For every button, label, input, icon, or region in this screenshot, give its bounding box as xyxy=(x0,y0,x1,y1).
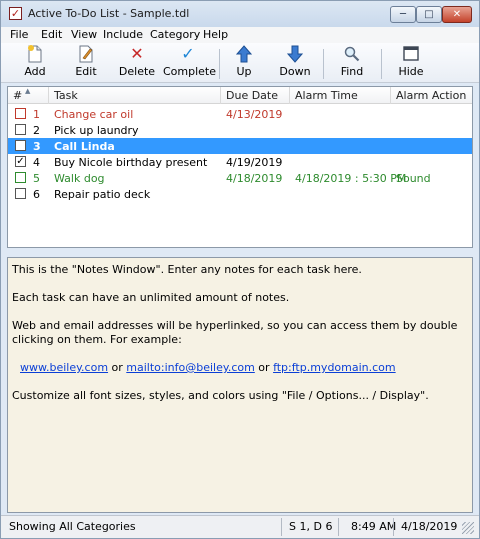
task-number: 1 xyxy=(33,108,40,121)
menu-edit[interactable]: Edit xyxy=(41,28,62,41)
task-row-3[interactable]: 3 Call Linda xyxy=(8,138,472,154)
notes-paragraph: Web and email addresses will be hyperlin… xyxy=(12,319,458,346)
task-number: 6 xyxy=(33,188,40,201)
status-divider xyxy=(281,518,282,536)
column-divider[interactable] xyxy=(289,87,290,104)
status-date: 4/18/2019 xyxy=(401,520,458,533)
task-list[interactable]: # ▲ Task Due Date Alarm Time Alarm Actio… xyxy=(7,86,473,248)
window-icon xyxy=(402,45,420,63)
list-header: # ▲ Task Due Date Alarm Time Alarm Actio… xyxy=(8,87,472,104)
menu-bar: File Edit View Include Category Help xyxy=(1,27,479,43)
move-up-button[interactable]: Up xyxy=(231,45,257,81)
status-position: S 1, D 6 xyxy=(289,520,333,533)
task-title: Walk dog xyxy=(54,172,105,185)
column-divider[interactable] xyxy=(220,87,221,104)
task-row-5[interactable]: 5 Walk dog 4/18/2019 4/18/2019 : 5:30 PM… xyxy=(8,170,472,186)
task-due-date: 4/18/2019 xyxy=(226,172,283,185)
task-checkbox[interactable] xyxy=(15,124,26,135)
magnifier-icon xyxy=(343,45,361,63)
email-link[interactable]: mailto:info@beiley.com xyxy=(126,361,255,374)
status-divider xyxy=(338,518,339,536)
toolbar-separator xyxy=(381,49,382,79)
task-title: Pick up laundry xyxy=(54,124,139,137)
resize-grip[interactable] xyxy=(462,522,474,534)
maximize-button[interactable]: □ xyxy=(416,6,442,23)
find-button[interactable]: Find xyxy=(338,45,366,81)
menu-include[interactable]: Include xyxy=(103,28,143,41)
notes-window[interactable]: This is the "Notes Window". Enter any no… xyxy=(7,257,473,513)
column-header-number[interactable]: # xyxy=(13,89,22,102)
status-bar: Showing All Categories S 1, D 6 8:49 AM … xyxy=(1,515,479,538)
task-row-1[interactable]: 1 Change car oil 4/13/2019 xyxy=(8,106,472,122)
task-due-date: 4/19/2019 xyxy=(226,156,283,169)
notes-paragraph: Each task can have an unlimited amount o… xyxy=(12,291,290,304)
task-alarm-action: Sound xyxy=(396,172,431,185)
task-checkbox[interactable] xyxy=(15,140,26,151)
complete-button[interactable]: ✓ Complete xyxy=(163,44,216,81)
task-row-4[interactable]: ✓ 4 Buy Nicole birthday present 4/19/201… xyxy=(8,154,472,170)
task-row-2[interactable]: 2 Pick up laundry xyxy=(8,122,472,138)
task-row-6[interactable]: 6 Repair patio deck xyxy=(8,186,472,202)
task-title: Call Linda xyxy=(54,140,115,153)
hide-button[interactable]: Hide xyxy=(397,45,425,81)
column-divider[interactable] xyxy=(48,87,49,104)
toolbar-separator xyxy=(219,49,220,79)
column-header-alarm-time[interactable]: Alarm Time xyxy=(295,89,358,102)
column-header-task[interactable]: Task xyxy=(54,89,78,102)
edit-document-icon xyxy=(77,45,95,63)
menu-category[interactable]: Category xyxy=(150,28,200,41)
sort-ascending-icon: ▲ xyxy=(25,87,31,95)
notes-text: or xyxy=(254,361,274,374)
edit-button[interactable]: Edit xyxy=(69,45,103,81)
menu-view[interactable]: View xyxy=(71,28,97,41)
column-divider[interactable] xyxy=(390,87,391,104)
minimize-button[interactable]: ─ xyxy=(390,6,416,23)
notes-links-line: www.beiley.com or mailto:info@beiley.com… xyxy=(12,361,468,375)
notes-paragraph: Customize all font sizes, styles, and co… xyxy=(12,389,429,402)
new-document-icon xyxy=(26,45,44,63)
task-number: 2 xyxy=(33,124,40,137)
app-window: ✓ Active To-Do List - Sample.tdl ─ □ ✕ F… xyxy=(0,0,480,539)
task-number: 5 xyxy=(33,172,40,185)
checkmark-icon: ✓ xyxy=(181,44,195,63)
notes-paragraph: This is the "Notes Window". Enter any no… xyxy=(12,263,362,276)
toolbar: Add Edit ✕ Delete ✓ Complete Up Down Fin… xyxy=(1,43,479,83)
column-header-due-date[interactable]: Due Date xyxy=(226,89,278,102)
task-checkbox-checked[interactable]: ✓ xyxy=(15,156,26,167)
arrow-down-icon xyxy=(286,45,304,63)
add-button[interactable]: Add xyxy=(18,45,52,81)
task-checkbox[interactable] xyxy=(15,108,26,119)
menu-help[interactable]: Help xyxy=(203,28,228,41)
arrow-up-icon xyxy=(235,45,253,63)
web-link[interactable]: www.beiley.com xyxy=(20,361,108,374)
ftp-link[interactable]: ftp:ftp.mydomain.com xyxy=(273,361,396,374)
toolbar-separator xyxy=(323,49,324,79)
task-checkbox[interactable] xyxy=(15,172,26,183)
status-divider xyxy=(393,518,394,536)
delete-button[interactable]: ✕ Delete xyxy=(118,45,156,81)
notes-text: or xyxy=(108,361,127,374)
pane-splitter[interactable] xyxy=(1,248,479,257)
task-checkbox[interactable] xyxy=(15,188,26,199)
task-title: Repair patio deck xyxy=(54,188,151,201)
task-alarm-time: 4/18/2019 : 5:30 PM xyxy=(295,172,407,185)
task-number: 4 xyxy=(33,156,40,169)
delete-x-icon: ✕ xyxy=(130,44,144,63)
window-title: Active To-Do List - Sample.tdl xyxy=(28,7,190,20)
title-bar[interactable]: ✓ Active To-Do List - Sample.tdl ─ □ ✕ xyxy=(1,1,479,27)
task-due-date: 4/13/2019 xyxy=(226,108,283,121)
status-categories: Showing All Categories xyxy=(9,520,136,533)
column-header-alarm-action[interactable]: Alarm Action xyxy=(396,89,466,102)
move-down-button[interactable]: Down xyxy=(278,45,312,81)
status-time: 8:49 AM xyxy=(351,520,397,533)
close-button[interactable]: ✕ xyxy=(442,6,472,23)
task-number: 3 xyxy=(33,140,41,153)
task-title: Buy Nicole birthday present xyxy=(54,156,208,169)
checkbox-icon: ✓ xyxy=(9,7,22,20)
menu-file[interactable]: File xyxy=(10,28,28,41)
task-title: Change car oil xyxy=(54,108,134,121)
